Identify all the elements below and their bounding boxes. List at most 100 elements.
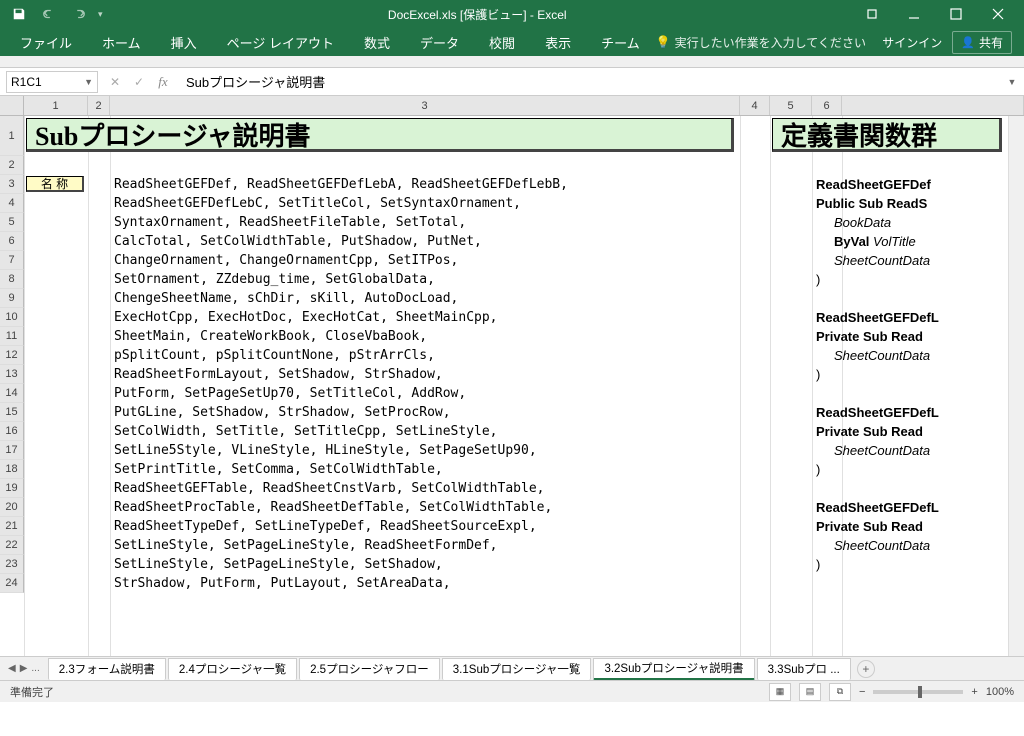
qat-dropdown[interactable]: ▾: [98, 9, 103, 20]
formula-bar[interactable]: [180, 71, 1000, 93]
row-header[interactable]: 15: [0, 403, 24, 422]
proc-list-cell[interactable]: ReadSheetGEFTable, ReadSheetCnstVarb, Se…: [114, 480, 544, 496]
minimize-button[interactable]: [894, 2, 934, 26]
add-sheet-button[interactable]: +: [857, 660, 875, 678]
row-header[interactable]: 16: [0, 422, 24, 441]
zoom-slider[interactable]: [873, 690, 963, 694]
proc-list-cell[interactable]: ReadSheetGEFDefLebC, SetTitleCol, SetSyn…: [114, 195, 521, 211]
sheet-tab[interactable]: 3.3Subプロ ...: [757, 658, 851, 680]
column-header[interactable]: 2: [88, 96, 110, 115]
proc-list-cell[interactable]: SetLineStyle, SetPageLineStyle, SetShado…: [114, 556, 443, 572]
row-header[interactable]: 12: [0, 346, 24, 365]
proc-list-cell[interactable]: CalcTotal, SetColWidthTable, PutShadow, …: [114, 233, 482, 249]
chevron-down-icon[interactable]: ▼: [84, 77, 93, 87]
tab-data[interactable]: データ: [406, 28, 473, 56]
row-header[interactable]: 18: [0, 460, 24, 479]
column-header[interactable]: 3: [110, 96, 740, 115]
sheet-tab[interactable]: 2.3フォーム説明書: [48, 658, 166, 680]
tab-review[interactable]: 校閲: [475, 28, 529, 56]
proc-list-cell[interactable]: StrShadow, PutForm, PutLayout, SetAreaDa…: [114, 575, 451, 591]
definition-cell[interactable]: SheetCountData: [834, 252, 930, 269]
row-header[interactable]: 8: [0, 270, 24, 289]
insert-function-button[interactable]: fx: [152, 71, 174, 93]
zoom-out-button[interactable]: −: [859, 686, 865, 698]
row-header[interactable]: 17: [0, 441, 24, 460]
name-box[interactable]: R1C1 ▼: [6, 71, 98, 93]
row-header[interactable]: 11: [0, 327, 24, 346]
definition-cell[interactable]: ): [816, 366, 820, 383]
proc-list-cell[interactable]: SetColWidth, SetTitle, SetTitleCpp, SetL…: [114, 423, 498, 439]
maximize-button[interactable]: [936, 2, 976, 26]
save-button[interactable]: [6, 2, 32, 26]
definition-cell[interactable]: ByVal VolTitle: [834, 233, 916, 250]
row-header[interactable]: 19: [0, 479, 24, 498]
page-break-view-button[interactable]: ⧉: [829, 683, 851, 701]
undo-button[interactable]: [36, 2, 62, 26]
expand-formula-bar[interactable]: ▼: [1000, 77, 1024, 87]
definition-cell[interactable]: Private Sub Read: [816, 518, 923, 535]
proc-list-cell[interactable]: SheetMain, CreateWorkBook, CloseVbaBook,: [114, 328, 427, 344]
row-header[interactable]: 22: [0, 536, 24, 555]
proc-list-cell[interactable]: ReadSheetProcTable, ReadSheetDefTable, S…: [114, 499, 552, 515]
tab-insert[interactable]: 挿入: [157, 28, 211, 56]
tell-me-search[interactable]: 💡 実行したい作業を入力してください: [656, 34, 866, 51]
page-layout-view-button[interactable]: ▤: [799, 683, 821, 701]
definition-cell[interactable]: SheetCountData: [834, 442, 930, 459]
tab-nav-prev[interactable]: ◀: [8, 663, 16, 674]
vertical-scrollbar[interactable]: [1008, 116, 1024, 656]
row-header[interactable]: 6: [0, 232, 24, 251]
row-header[interactable]: 10: [0, 308, 24, 327]
definition-cell[interactable]: Private Sub Read: [816, 328, 923, 345]
zoom-level[interactable]: 100%: [986, 686, 1014, 698]
column-header[interactable]: 6: [812, 96, 842, 115]
proc-list-cell[interactable]: ReadSheetGEFDef, ReadSheetGEFDefLebA, Re…: [114, 176, 568, 192]
proc-list-cell[interactable]: ChengeSheetName, sChDir, sKill, AutoDocL…: [114, 290, 458, 306]
row-header[interactable]: 2: [0, 156, 24, 175]
tab-file[interactable]: ファイル: [6, 28, 86, 56]
definition-cell[interactable]: SheetCountData: [834, 537, 930, 554]
row-header[interactable]: 5: [0, 213, 24, 232]
proc-list-cell[interactable]: ReadSheetFormLayout, SetShadow, StrShado…: [114, 366, 443, 382]
proc-list-cell[interactable]: PutForm, SetPageSetUp70, SetTitleCol, Ad…: [114, 385, 466, 401]
proc-list-cell[interactable]: ChangeOrnament, ChangeOrnamentCpp, SetIT…: [114, 252, 458, 268]
definition-cell[interactable]: ): [816, 271, 820, 288]
row-header[interactable]: 24: [0, 574, 24, 593]
close-button[interactable]: [978, 2, 1018, 26]
ribbon-display-button[interactable]: [852, 2, 892, 26]
column-header[interactable]: 4: [740, 96, 770, 115]
zoom-in-button[interactable]: +: [971, 686, 977, 698]
row-header[interactable]: 23: [0, 555, 24, 574]
definition-cell[interactable]: ReadSheetGEFDefL: [816, 309, 939, 326]
tab-nav-next[interactable]: ▶: [20, 663, 28, 674]
proc-list-cell[interactable]: SetLineStyle, SetPageLineStyle, ReadShee…: [114, 537, 498, 553]
tab-formulas[interactable]: 数式: [350, 28, 404, 56]
definition-cell[interactable]: SheetCountData: [834, 347, 930, 364]
tab-nav-ellipsis[interactable]: ...: [31, 663, 39, 674]
select-all-cell[interactable]: [0, 96, 24, 116]
row-header[interactable]: 7: [0, 251, 24, 270]
tab-page-layout[interactable]: ページ レイアウト: [213, 28, 348, 56]
definition-cell[interactable]: ReadSheetGEFDefL: [816, 499, 939, 516]
proc-list-cell[interactable]: SyntaxOrnament, ReadSheetFileTable, SetT…: [114, 214, 466, 230]
definition-cell[interactable]: Public Sub ReadS: [816, 195, 927, 212]
proc-list-cell[interactable]: PutGLine, SetShadow, StrShadow, SetProcR…: [114, 404, 451, 420]
row-header[interactable]: 14: [0, 384, 24, 403]
enter-formula-button[interactable]: ✓: [128, 71, 150, 93]
signin-link[interactable]: サインイン: [882, 34, 942, 51]
tab-view[interactable]: 表示: [531, 28, 585, 56]
normal-view-button[interactable]: ▦: [769, 683, 791, 701]
row-header[interactable]: 3: [0, 175, 24, 194]
column-header[interactable]: 1: [24, 96, 88, 115]
row-header[interactable]: 20: [0, 498, 24, 517]
proc-list-cell[interactable]: ReadSheetTypeDef, SetLineTypeDef, ReadSh…: [114, 518, 537, 534]
row-header[interactable]: 9: [0, 289, 24, 308]
sheet-tab[interactable]: 2.4プロシージャ一覧: [168, 658, 297, 680]
sheet-tab[interactable]: 3.1Subプロシージャ一覧: [442, 658, 592, 680]
proc-list-cell[interactable]: pSplitCount, pSplitCountNone, pStrArrCls…: [114, 347, 435, 363]
tab-home[interactable]: ホーム: [88, 28, 155, 56]
sheet-tab[interactable]: 2.5プロシージャフロー: [299, 658, 440, 680]
definition-cell[interactable]: Private Sub Read: [816, 423, 923, 440]
tab-team[interactable]: チーム: [587, 28, 654, 56]
share-button[interactable]: 👤 共有: [952, 31, 1012, 54]
redo-button[interactable]: [66, 2, 92, 26]
